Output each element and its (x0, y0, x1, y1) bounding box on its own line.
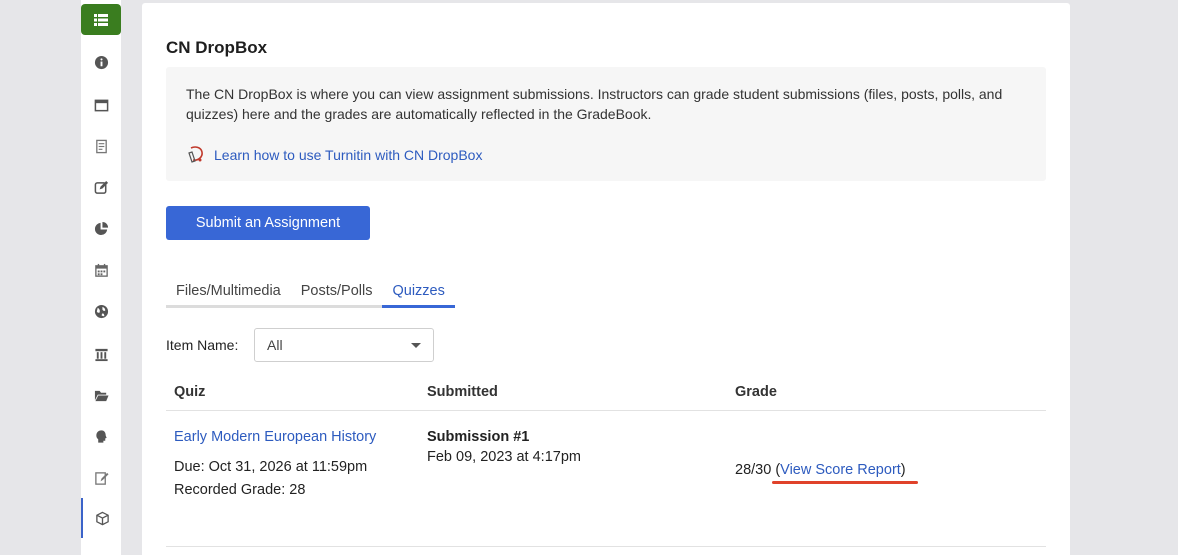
submission-title: Submission #1 (427, 429, 530, 445)
item-name-label: Item Name: (166, 337, 239, 353)
quiz-recorded-grade: Recorded Grade: 28 (174, 482, 306, 498)
folder-icon (94, 390, 109, 401)
note-icon (94, 471, 109, 485)
building-icon (94, 348, 108, 361)
document-icon (95, 139, 107, 153)
globe-icon (94, 304, 108, 318)
turnitin-icon (188, 146, 203, 163)
quiz-name-link[interactable]: Early Modern European History (174, 429, 376, 445)
info-box: The CN DropBox is where you can view ass… (166, 67, 1046, 181)
sidebar-item-dropbox[interactable] (81, 498, 121, 538)
submission-tabs: Files/Multimedia Posts/Polls Quizzes (166, 281, 455, 308)
window-icon (94, 99, 108, 111)
calendar-icon (94, 263, 108, 277)
sidebar-item-edit[interactable] (81, 167, 121, 207)
grade-value: 28/30 (735, 462, 772, 478)
sidebar-item-learning[interactable] (81, 416, 121, 456)
main-card: CN DropBox The CN DropBox is where you c… (142, 3, 1070, 555)
highlight-underline (772, 481, 918, 484)
cube-icon (95, 511, 109, 525)
grade-paren-close: ) (900, 462, 906, 478)
submit-assignment-button[interactable]: Submit an Assignment (166, 206, 370, 240)
tab-quizzes[interactable]: Quizzes (382, 281, 455, 308)
item-name-value: All (267, 337, 283, 353)
submission-date: Feb 09, 2023 at 4:17pm (427, 449, 581, 465)
sidebar-item-calendar[interactable] (81, 250, 121, 290)
tab-files-multimedia[interactable]: Files/Multimedia (166, 281, 291, 308)
view-score-report-link[interactable]: View Score Report (780, 462, 901, 478)
sidebar-item-window[interactable] (81, 85, 121, 125)
pie-chart-icon (94, 221, 108, 235)
sidebar-item-files[interactable] (81, 375, 121, 415)
sidebar-item-info[interactable] (81, 42, 121, 82)
column-header-quiz: Quiz (174, 384, 206, 400)
sidebar-item-notes[interactable] (81, 458, 121, 498)
column-header-grade: Grade (735, 384, 777, 400)
sidebar-item-institution[interactable] (81, 334, 121, 374)
page-title: CN DropBox (166, 38, 268, 57)
turnitin-help: Learn how to use Turnitin with CN DropBo… (186, 144, 482, 166)
sidebar-item-globe[interactable] (81, 291, 121, 331)
edit-icon (94, 180, 108, 194)
sidebar-item-reports[interactable] (81, 208, 121, 248)
turnitin-link[interactable]: Learn how to use Turnitin with CN DropBo… (214, 147, 482, 163)
row-divider (166, 546, 1046, 547)
tab-posts-polls[interactable]: Posts/Polls (290, 281, 383, 308)
quiz-due-date: Due: Oct 31, 2026 at 11:59pm (174, 459, 368, 475)
head-icon (95, 429, 107, 443)
grade-cell: 28/30 (View Score Report) (735, 462, 906, 478)
info-text: The CN DropBox is where you can view ass… (186, 86, 1003, 122)
sidebar-menu-button[interactable] (81, 4, 121, 35)
column-header-submitted: Submitted (427, 384, 498, 400)
item-name-select[interactable]: All (254, 328, 434, 362)
info-icon (94, 55, 108, 69)
list-icon (94, 13, 108, 26)
header-divider (166, 410, 1046, 411)
caret-down-icon (411, 343, 421, 348)
sidebar-item-document[interactable] (81, 126, 121, 166)
